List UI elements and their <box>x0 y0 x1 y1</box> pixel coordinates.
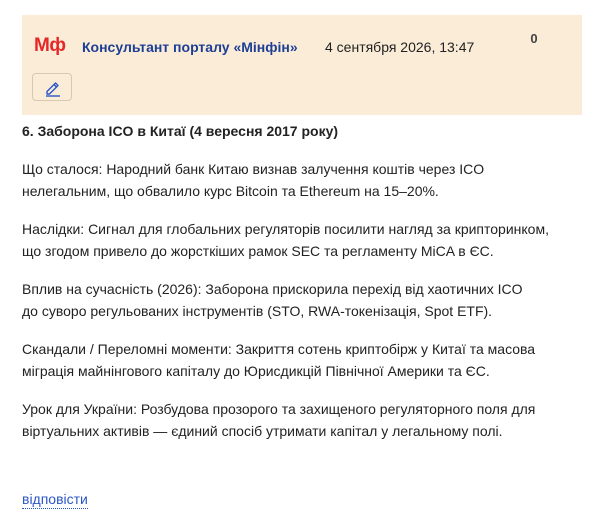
comment-paragraph: Скандали / Переломні моменти: Закриття с… <box>22 338 588 382</box>
comment-paragraph: Вплив на сучасність (2026): Заборона при… <box>22 278 588 322</box>
comment-author[interactable]: Консультант порталу «Мінфін» <box>82 38 298 56</box>
minfin-logo: Мф <box>34 35 66 56</box>
comment-body: 6. Заборона ICO в Китаї (4 вересня 2017 … <box>22 120 588 442</box>
paragraph-line: Вплив на сучасність (2026): Заборона при… <box>22 281 523 297</box>
paragraph-line: нелегальним, що обвалило курс Bitcoin та… <box>22 183 439 199</box>
paragraph-line: віртуальних активів — єдиний спосіб утри… <box>22 423 503 439</box>
paragraph-line: міграція майнінгового капіталу до Юрисди… <box>22 363 490 379</box>
comment-paragraph: Наслідки: Сигнал для глобальних регулято… <box>22 218 588 262</box>
comment-header: Мф Консультант порталу «Мінфін» 4 сентяб… <box>22 15 582 115</box>
paragraph-line: Наслідки: Сигнал для глобальних регулято… <box>22 221 549 237</box>
comment-date: 4 сентября 2026, 13:47 <box>325 39 475 55</box>
paragraph-line: до суворо регульованих інструментів (STO… <box>22 303 493 319</box>
paragraph-line: що згодом привело до жорсткіших рамок SE… <box>22 243 494 259</box>
comment-paragraph: Урок для України: Розбудова прозорого та… <box>22 398 588 442</box>
comment-paragraph: Що сталося: Народний банк Китаю визнав з… <box>22 158 588 202</box>
comment-score: 0 <box>530 31 538 46</box>
pencil-icon <box>46 82 60 97</box>
paragraph-line: Урок для України: Розбудова прозорого та… <box>22 401 536 417</box>
paragraph-line: Що сталося: Народний банк Китаю визнав з… <box>22 161 485 177</box>
edit-button[interactable] <box>32 73 72 101</box>
paragraph-line: Скандали / Переломні моменти: Закриття с… <box>22 341 536 357</box>
reply-link[interactable]: відповісти <box>22 490 88 509</box>
comment-heading: 6. Заборона ICO в Китаї (4 вересня 2017 … <box>22 123 339 139</box>
